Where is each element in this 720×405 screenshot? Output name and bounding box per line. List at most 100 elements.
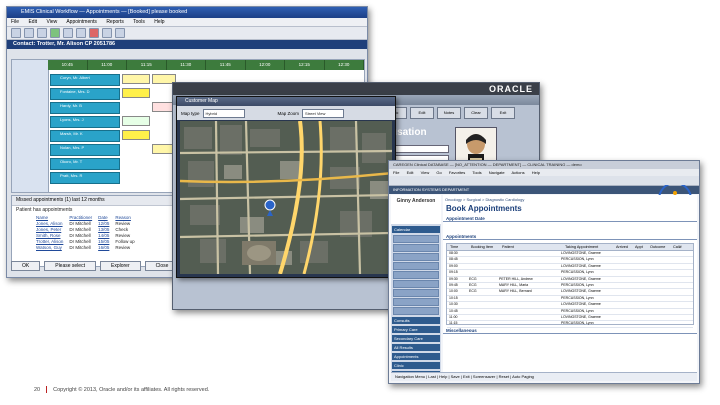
breadcrumb[interactable]: Oncology > Surgical > Diagnostic Cardiol… bbox=[443, 195, 697, 204]
sidebar-item[interactable] bbox=[393, 307, 439, 315]
cell: ECG bbox=[469, 289, 477, 294]
cell[interactable]: Watson, Guy bbox=[36, 244, 69, 250]
table-row[interactable]: Watson, Guy Dr Mitchell 16/05 Review bbox=[36, 244, 141, 250]
map-zoom-label: Map Zoom bbox=[277, 110, 300, 116]
sidebar-heading[interactable]: Appointments bbox=[392, 353, 440, 360]
menu-item[interactable]: Actions bbox=[511, 170, 524, 175]
menu-appointments[interactable]: Appointments bbox=[66, 19, 97, 25]
oracle-field[interactable] bbox=[391, 145, 449, 153]
table-row[interactable]: Jones, Alison Dr Mitchell 12/05 Review bbox=[36, 220, 141, 226]
schedule-row[interactable]: Nolan, Mrs. P bbox=[50, 144, 120, 156]
sidebar-item[interactable] bbox=[393, 271, 439, 279]
window-titlebar[interactable]: Customer Map bbox=[177, 97, 395, 106]
table-row[interactable]: 11:15 PERCUSSION, Lynn bbox=[447, 321, 693, 328]
table-row[interactable]: Smith, Rose Dr Mitchell 14/05 Review bbox=[36, 232, 141, 238]
calendar-icon[interactable] bbox=[102, 28, 112, 38]
cell[interactable]: 16/05 bbox=[98, 244, 115, 250]
column-header[interactable]: Patient bbox=[499, 244, 562, 250]
menu-item[interactable]: Tools bbox=[472, 170, 481, 175]
menu-item[interactable]: Navigate bbox=[489, 170, 505, 175]
sidebar-item[interactable] bbox=[393, 244, 439, 252]
menu-item[interactable]: Edit bbox=[407, 170, 414, 175]
map-type-label: Map type bbox=[181, 110, 200, 116]
toolbar bbox=[389, 176, 699, 186]
navigation-bar[interactable]: Navigation Menu | Last | Help | Save | E… bbox=[391, 372, 697, 381]
stop-icon[interactable] bbox=[89, 28, 99, 38]
column-header[interactable]: Call# bbox=[670, 244, 687, 250]
sidebar-heading[interactable]: Calendar bbox=[392, 226, 440, 233]
map-zoom-value: Street View bbox=[305, 110, 326, 116]
clear-button[interactable]: Clear bbox=[464, 107, 488, 119]
table-row[interactable]: Jones, Peter Dr Mitchell 13/05 Check bbox=[36, 226, 141, 232]
sidebar-item[interactable] bbox=[393, 262, 439, 270]
schedule-left-column bbox=[12, 60, 49, 192]
schedule-row[interactable]: Coryn, Mr. Albert bbox=[50, 74, 120, 86]
menu-help[interactable]: Help bbox=[154, 19, 164, 25]
cell: Dr Mitchell bbox=[69, 244, 91, 250]
save-icon[interactable] bbox=[37, 28, 47, 38]
cell bbox=[467, 315, 497, 320]
schedule-row-label: Lyons, Mrs. J bbox=[60, 117, 84, 122]
exit-button[interactable]: Exit bbox=[491, 107, 515, 119]
column-header[interactable]: Time bbox=[447, 244, 468, 250]
schedule-row-label: Nolan, Mrs. P bbox=[60, 145, 85, 150]
menu-item[interactable]: View bbox=[421, 170, 430, 175]
window-titlebar[interactable]: CAREGEN Clinical DATABASE — [NO_ATTENTIO… bbox=[389, 161, 699, 169]
edit-button[interactable]: Edit bbox=[410, 107, 434, 119]
table-row[interactable]: Trotter, Alison Dr Mitchell 15/05 Follow… bbox=[36, 238, 141, 244]
window-titlebar[interactable]: EMIS Clinical Workflow — Appointments — … bbox=[7, 7, 367, 18]
sidebar-heading[interactable]: All Results bbox=[392, 344, 440, 351]
schedule-row[interactable]: Pratt, Mrs. R bbox=[50, 172, 120, 184]
open-icon[interactable] bbox=[24, 28, 34, 38]
column-header[interactable]: Arrived bbox=[613, 244, 632, 250]
ok-button[interactable]: OK bbox=[11, 261, 41, 271]
column-header[interactable]: Taking Appointment bbox=[562, 244, 613, 250]
go-icon[interactable] bbox=[50, 28, 60, 38]
notes-button[interactable]: Notes bbox=[437, 107, 461, 119]
sidebar-item[interactable] bbox=[393, 253, 439, 261]
sidebar-item[interactable] bbox=[393, 289, 439, 297]
column-header[interactable]: Outcome bbox=[647, 244, 670, 250]
column-header[interactable]: Booking Item bbox=[468, 244, 499, 250]
menu-item[interactable]: File bbox=[393, 170, 399, 175]
sidebar-heading[interactable]: Consults bbox=[392, 317, 440, 324]
menu-reports[interactable]: Reports bbox=[106, 19, 124, 25]
map-zoom-select[interactable]: Street View bbox=[302, 108, 345, 118]
column-header[interactable]: Appt bbox=[632, 244, 647, 250]
sidebar-heading[interactable]: Clinic bbox=[392, 362, 440, 369]
cell: LOVINGSTONE, Graeme bbox=[561, 276, 601, 281]
print-icon[interactable] bbox=[63, 28, 73, 38]
appointment-block[interactable] bbox=[122, 130, 150, 140]
menu-view[interactable]: View bbox=[46, 19, 57, 25]
menu-item[interactable]: Go bbox=[436, 170, 441, 175]
schedule-row[interactable]: Fontaine, Mrs. D bbox=[50, 88, 120, 100]
satellite-map[interactable] bbox=[180, 121, 392, 274]
cell: 11:15 bbox=[449, 321, 458, 326]
sidebar-item[interactable] bbox=[393, 298, 439, 306]
settings-icon[interactable] bbox=[115, 28, 125, 38]
cell: 09:15 bbox=[449, 270, 458, 275]
new-icon[interactable] bbox=[11, 28, 21, 38]
schedule-row[interactable]: Hardy, Mr. B bbox=[50, 102, 120, 114]
schedule-row-label: Hardy, Mr. B bbox=[60, 103, 82, 108]
appointment-block[interactable] bbox=[122, 88, 150, 98]
menu-item[interactable]: Favorites bbox=[449, 170, 465, 175]
sidebar-item[interactable] bbox=[393, 280, 439, 288]
sidebar-item[interactable] bbox=[393, 235, 439, 243]
menu-file[interactable]: File bbox=[11, 19, 19, 25]
explorer-button[interactable]: Explorer bbox=[99, 261, 141, 271]
menu-item[interactable]: Help bbox=[532, 170, 540, 175]
appointment-block[interactable] bbox=[122, 116, 150, 126]
appointment-block[interactable] bbox=[122, 74, 150, 84]
schedule-row-label: Marsh, Mr. K bbox=[60, 131, 83, 136]
sidebar-heading[interactable]: Primary Care bbox=[392, 326, 440, 333]
search-icon[interactable] bbox=[76, 28, 86, 38]
menu-tools[interactable]: Tools bbox=[133, 19, 145, 25]
schedule-row[interactable]: Okoro, Mr. T bbox=[50, 158, 120, 170]
select-button[interactable]: Please select bbox=[44, 261, 96, 271]
sidebar-heading[interactable]: Secondary Care bbox=[392, 335, 440, 342]
menu-edit[interactable]: Edit bbox=[28, 19, 37, 25]
map-type-select[interactable]: Hybrid bbox=[202, 108, 245, 118]
schedule-row[interactable]: Marsh, Mr. K bbox=[50, 130, 120, 142]
schedule-row[interactable]: Lyons, Mrs. J bbox=[50, 116, 120, 128]
